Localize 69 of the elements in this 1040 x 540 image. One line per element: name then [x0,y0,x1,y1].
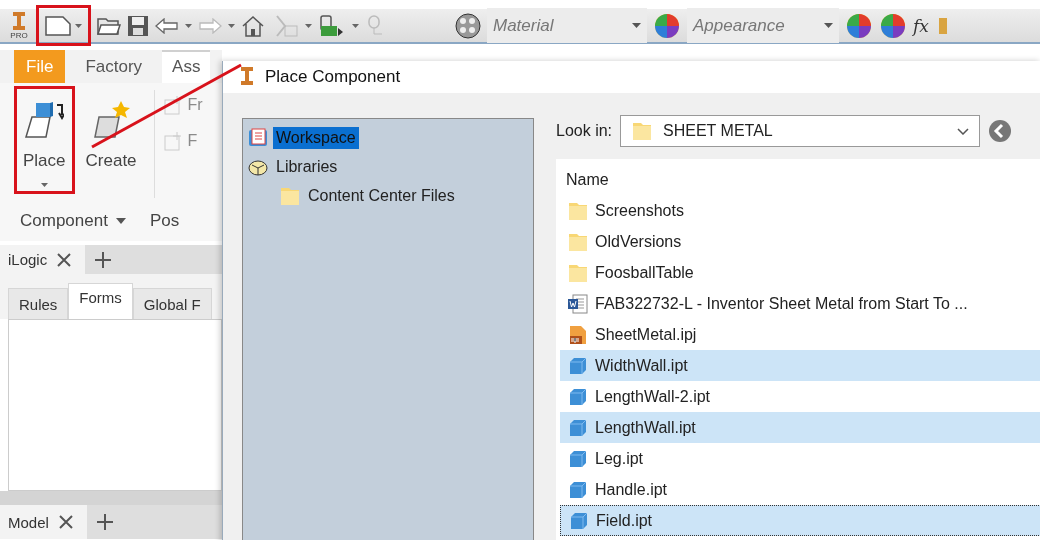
file-row[interactable]: Field.ipt [560,505,1040,536]
add-icon[interactable] [96,514,113,530]
tree-item[interactable]: Content Center Files [305,184,458,207]
new-file-icon [45,15,71,36]
look-in-dropdown[interactable]: SHEET METAL [620,115,981,147]
file-row[interactable]: WidthWall.ipt [560,350,1040,381]
color-wheel-icon[interactable] [653,11,681,40]
material-dropdown[interactable]: Material [487,8,647,43]
ribbon-tab[interactable]: Ass [162,50,211,83]
color-wheel-icon[interactable] [845,11,873,40]
tree-item[interactable]: Workspace [273,126,359,149]
caret-icon[interactable] [185,23,192,28]
caret-icon [115,218,126,224]
save-icon[interactable] [127,14,149,37]
create-component-icon [91,101,132,139]
back-arrow-icon[interactable] [155,17,179,34]
formula-button[interactable]: fx [913,15,929,36]
ribbon-group-label: Pos [149,211,180,231]
back-icon[interactable] [988,119,1013,143]
close-icon[interactable] [58,515,73,529]
material-placeholder: Material [493,15,554,36]
panel-subtab[interactable]: Global F [132,288,212,319]
file-row[interactable]: LengthWall.ipt [560,412,1040,443]
app-logo[interactable]: PRO [8,11,30,40]
caret-icon[interactable] [228,23,235,28]
tree-item[interactable]: Libraries [273,155,341,178]
create-button[interactable]: Create [76,86,146,194]
file-row[interactable]: FAB322732-L - Inventor Sheet Metal from Start To ... [560,288,1040,319]
appearance-dropdown[interactable]: Appearance [687,8,839,43]
folder-icon [631,120,654,142]
file-row[interactable]: LengthWall-2.ipt [560,381,1040,412]
ribbon-tab[interactable]: Factory [75,50,153,83]
panel-subtab[interactable]: Forms [68,283,133,319]
panel-tab[interactable]: iLogic [0,245,86,274]
edition-label: PRO [10,31,28,40]
panel-tab[interactable]: Model [0,505,87,539]
close-icon[interactable] [57,252,72,267]
ribbon-group-label[interactable]: Component [20,211,126,231]
place-component-icon [24,101,65,139]
file-row[interactable]: OldVersions [560,226,1040,257]
caret-icon [75,23,82,28]
appearance-placeholder: Appearance [693,15,785,36]
panel-subtab[interactable]: Rules [8,288,69,319]
material-sphere-icon[interactable] [455,12,481,39]
caret-icon [824,23,833,28]
caret-icon [40,183,48,187]
file-row[interactable]: Handle.ipt [560,474,1040,505]
dialog-title: Place Component [265,67,401,87]
look-in-label: Look in: [556,122,613,140]
project-file-icon [567,323,589,346]
chevron-icon [957,127,970,135]
file-row[interactable]: FoosballTable [560,257,1040,288]
home-icon[interactable] [241,14,265,37]
file-row[interactable]: Leg.ipt [560,443,1040,474]
place-button[interactable]: Place [14,86,75,194]
app-logo-icon [239,67,255,87]
color-wheel-icon[interactable] [879,11,907,40]
logo-icon [11,11,27,32]
document-icon [567,292,589,315]
open-folder-icon[interactable] [97,15,121,36]
file-row[interactable]: SheetMetal.ipj [560,319,1040,350]
workspace-icon [247,126,269,149]
file-row[interactable]: Screenshots [560,195,1040,226]
caret-icon[interactable] [305,23,312,28]
caret-icon [632,23,641,28]
column-header[interactable]: Name [560,165,1040,195]
add-icon[interactable] [95,251,112,268]
new-file-button[interactable] [36,5,91,46]
caret-icon[interactable] [352,23,359,28]
